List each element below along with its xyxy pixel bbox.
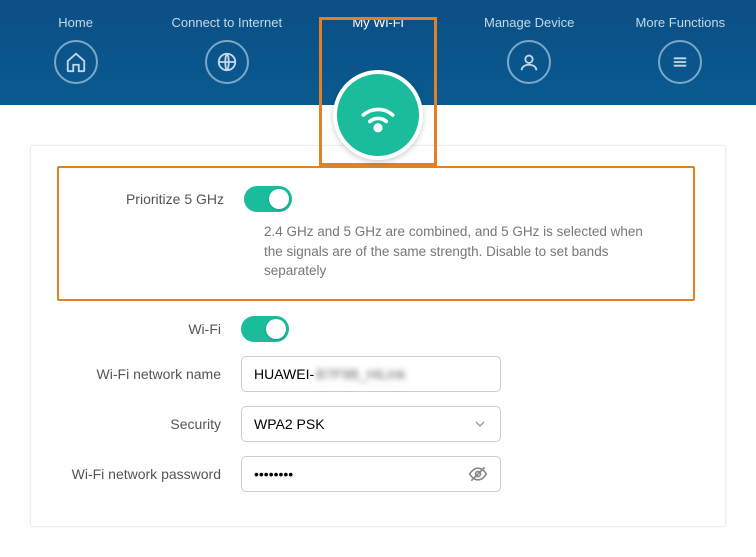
content-area: Prioritize 5 GHz 2.4 GHz and 5 GHz are c… (0, 105, 756, 557)
prioritize-label: Prioritize 5 GHz (64, 191, 244, 207)
security-value: WPA2 PSK (254, 416, 325, 432)
prioritize-description: 2.4 GHz and 5 GHz are combined, and 5 GH… (264, 222, 644, 281)
password-label: Wi-Fi network password (61, 466, 241, 482)
nav-manage-label: Manage Device (484, 15, 574, 30)
top-nav: Home Connect to Internet My Wi-Fi Manage… (0, 0, 756, 105)
globe-icon (205, 40, 249, 84)
ssid-value-hidden: B7F9B_HiLink (316, 366, 406, 382)
nav-connect-label: Connect to Internet (171, 15, 282, 30)
nav-connect[interactable]: Connect to Internet (157, 15, 297, 95)
security-row: Security WPA2 PSK (61, 406, 695, 442)
prioritize-toggle[interactable] (244, 186, 292, 212)
password-input[interactable]: •••••••• (241, 456, 501, 492)
eye-hidden-icon[interactable] (468, 464, 488, 484)
settings-panel: Prioritize 5 GHz 2.4 GHz and 5 GHz are c… (30, 145, 726, 527)
security-label: Security (61, 416, 241, 432)
ssid-row: Wi-Fi network name HUAWEI-B7F9B_HiLink (61, 356, 695, 392)
nav-home-label: Home (58, 15, 93, 30)
nav-more-label: More Functions (636, 15, 726, 30)
ssid-input[interactable]: HUAWEI-B7F9B_HiLink (241, 356, 501, 392)
menu-icon (658, 40, 702, 84)
nav-manage[interactable]: Manage Device (459, 15, 599, 95)
nav-more[interactable]: More Functions (610, 15, 750, 95)
nav-home[interactable]: Home (6, 15, 146, 95)
wifi-enable-label: Wi-Fi (61, 321, 241, 337)
prioritize-row: Prioritize 5 GHz (64, 186, 678, 212)
wifi-icon (333, 70, 423, 160)
home-icon (54, 40, 98, 84)
password-row: Wi-Fi network password •••••••• (61, 456, 695, 492)
nav-wifi[interactable]: My Wi-Fi (308, 15, 448, 95)
person-icon (507, 40, 551, 84)
security-select[interactable]: WPA2 PSK (241, 406, 501, 442)
wifi-enable-toggle[interactable] (241, 316, 289, 342)
chevron-down-icon (472, 416, 488, 432)
password-value: •••••••• (254, 466, 293, 482)
ssid-label: Wi-Fi network name (61, 366, 241, 382)
wifi-enable-row: Wi-Fi (61, 316, 695, 342)
prioritize-highlight: Prioritize 5 GHz 2.4 GHz and 5 GHz are c… (57, 166, 695, 301)
ssid-value-visible: HUAWEI- (254, 366, 314, 382)
